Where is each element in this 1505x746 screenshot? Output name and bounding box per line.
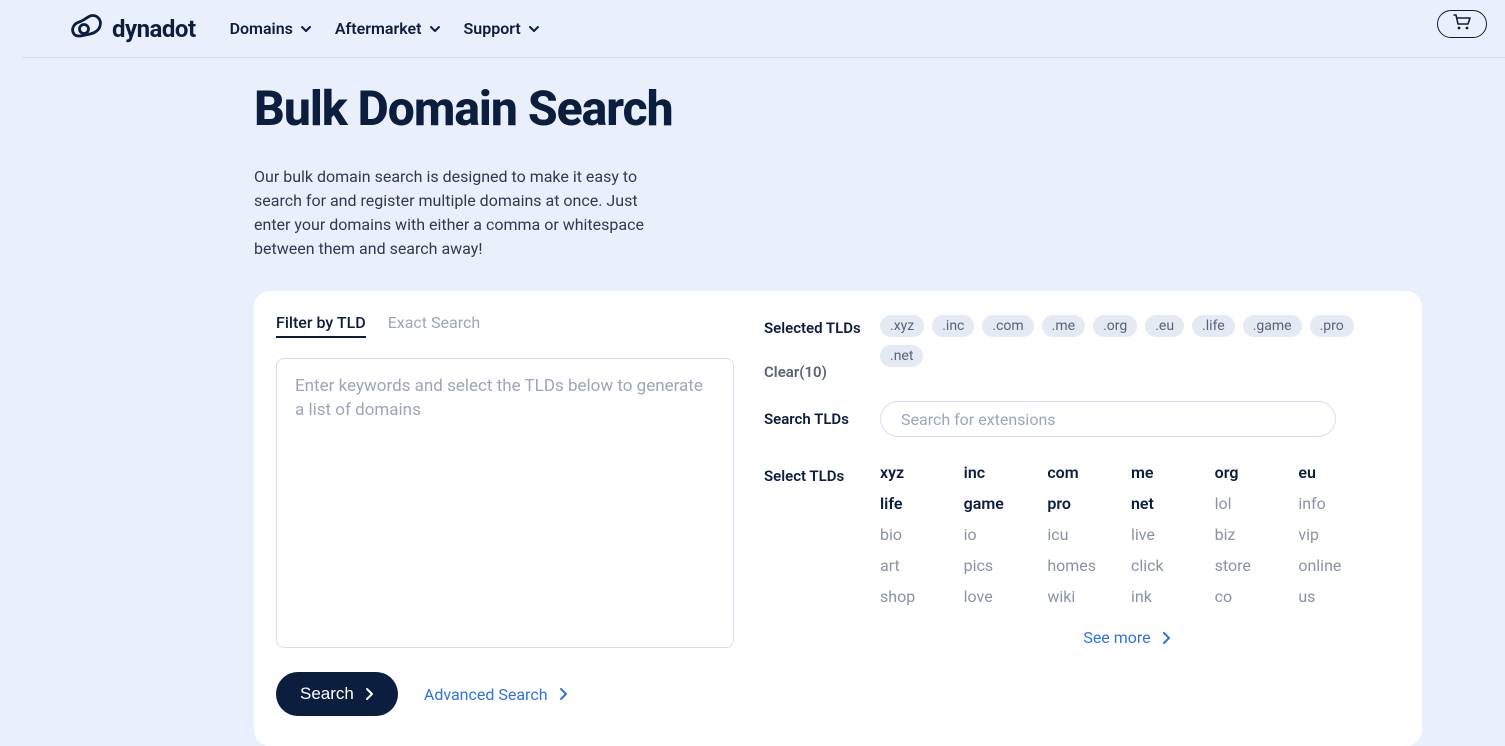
chevron-down-icon xyxy=(527,22,541,36)
cart-button[interactable] xyxy=(1437,10,1487,38)
tld-option[interactable]: info xyxy=(1298,494,1374,513)
selected-tld-pill[interactable]: .game xyxy=(1243,315,1302,337)
tld-option[interactable]: biz xyxy=(1215,525,1291,544)
selected-tld-pill[interactable]: .net xyxy=(880,345,923,367)
selected-tld-pill[interactable]: .pro xyxy=(1310,315,1354,337)
action-row: Search Advanced Search xyxy=(276,672,734,716)
tab-exact-search[interactable]: Exact Search xyxy=(388,313,480,338)
tld-option[interactable]: xyz xyxy=(880,463,956,482)
tld-option[interactable]: io xyxy=(964,525,1040,544)
tld-option[interactable]: pics xyxy=(964,556,1040,575)
tld-option[interactable]: icu xyxy=(1047,525,1123,544)
search-button[interactable]: Search xyxy=(276,672,398,716)
selected-tld-pill[interactable]: .org xyxy=(1093,315,1137,337)
search-mode-tabs: Filter by TLD Exact Search xyxy=(276,313,734,338)
nav-domains-label: Domains xyxy=(230,19,293,38)
card-left: Filter by TLD Exact Search Search Advanc… xyxy=(276,313,734,716)
selected-tld-pill[interactable]: .eu xyxy=(1145,315,1184,337)
header: dynadot Domains Aftermarket Support xyxy=(22,0,1505,58)
search-card: Filter by TLD Exact Search Search Advanc… xyxy=(254,291,1422,746)
chevron-down-icon xyxy=(428,22,442,36)
tld-option[interactable]: store xyxy=(1215,556,1291,575)
select-tlds-row: Select TLDs xyzinccommeorgeu life gamepron… xyxy=(764,463,1374,606)
tld-option[interactable]: ink xyxy=(1131,587,1207,606)
tld-option[interactable]: lol xyxy=(1215,494,1291,513)
nav-support[interactable]: Support xyxy=(464,19,541,38)
advanced-search-label: Advanced Search xyxy=(424,685,548,704)
selected-tld-pill[interactable]: .life xyxy=(1192,315,1235,337)
keywords-input[interactable] xyxy=(276,358,734,648)
nav-domains[interactable]: Domains xyxy=(230,19,313,38)
selected-tld-pill[interactable]: .com xyxy=(982,315,1033,337)
tld-option[interactable]: live xyxy=(1131,525,1207,544)
search-tlds-label: Search TLDs xyxy=(764,410,880,428)
brand-logo[interactable]: dynadot xyxy=(70,14,196,44)
selected-tld-pill[interactable]: .inc xyxy=(932,315,974,337)
tld-option[interactable]: life xyxy=(880,494,956,513)
tld-option[interactable]: com xyxy=(1047,463,1123,482)
chevron-down-icon xyxy=(299,22,313,36)
select-tlds-label: Select TLDs xyxy=(764,463,880,485)
tld-option[interactable]: homes xyxy=(1047,556,1123,575)
tld-option[interactable]: love xyxy=(964,587,1040,606)
selected-tld-pill[interactable]: .me xyxy=(1042,315,1085,337)
chevron-right-icon xyxy=(364,687,374,701)
tld-option[interactable]: vip xyxy=(1298,525,1374,544)
chevron-right-icon xyxy=(558,687,568,701)
tld-option[interactable]: shop xyxy=(880,587,956,606)
tld-option[interactable]: online xyxy=(1298,556,1374,575)
tld-option[interactable]: co xyxy=(1215,587,1291,606)
tld-option[interactable]: click xyxy=(1131,556,1207,575)
selected-tlds-label: Selected TLDs Clear(10) xyxy=(764,315,880,381)
clear-selected-link[interactable]: Clear(10) xyxy=(764,363,880,381)
main-content: Bulk Domain Search Our bulk domain searc… xyxy=(22,58,1505,746)
brand-name: dynadot xyxy=(112,15,196,43)
tld-option[interactable]: game xyxy=(964,494,1040,513)
cart-icon xyxy=(1453,14,1471,34)
see-more-button[interactable]: See more xyxy=(880,628,1374,647)
search-extensions-input[interactable] xyxy=(880,401,1336,437)
nav-aftermarket[interactable]: Aftermarket xyxy=(335,19,442,38)
page-description: Our bulk domain search is designed to ma… xyxy=(254,165,664,261)
tab-filter-by-tld[interactable]: Filter by TLD xyxy=(276,313,366,338)
chevron-right-icon xyxy=(1161,631,1171,645)
tld-option[interactable]: inc xyxy=(964,463,1040,482)
page-title: Bulk Domain Search xyxy=(254,80,1505,137)
search-button-label: Search xyxy=(300,684,354,704)
tld-option[interactable]: pro xyxy=(1047,494,1123,513)
tld-option[interactable]: net xyxy=(1131,494,1207,513)
card-right: Selected TLDs Clear(10) .xyz .inc .com .me.… xyxy=(764,313,1374,716)
selected-tld-pill[interactable]: .xyz xyxy=(880,315,924,337)
see-more-label: See more xyxy=(1083,628,1150,647)
tld-option[interactable]: wiki xyxy=(1047,587,1123,606)
nav-aftermarket-label: Aftermarket xyxy=(335,19,422,38)
advanced-search-link[interactable]: Advanced Search xyxy=(424,685,568,704)
tld-option[interactable]: me xyxy=(1131,463,1207,482)
selected-pill-list: .xyz .inc .com .me .org .eu .life .game .pro .net xyxy=(880,315,1374,367)
tld-option[interactable]: art xyxy=(880,556,956,575)
tld-grid: xyzinccommeorgeu life gamepronetlolinfo bio… xyxy=(880,463,1374,606)
search-tlds-row: Search TLDs xyxy=(764,401,1374,437)
nav-support-label: Support xyxy=(464,19,521,38)
selected-tlds-row: Selected TLDs Clear(10) .xyz .inc .com .me.… xyxy=(764,315,1374,381)
tld-option[interactable]: org xyxy=(1215,463,1291,482)
tld-option[interactable]: us xyxy=(1298,587,1374,606)
main-nav: Domains Aftermarket Support xyxy=(230,19,541,38)
tld-option[interactable]: eu xyxy=(1298,463,1374,482)
tld-option[interactable]: bio xyxy=(880,525,956,544)
dynadot-logo-icon xyxy=(70,14,104,44)
